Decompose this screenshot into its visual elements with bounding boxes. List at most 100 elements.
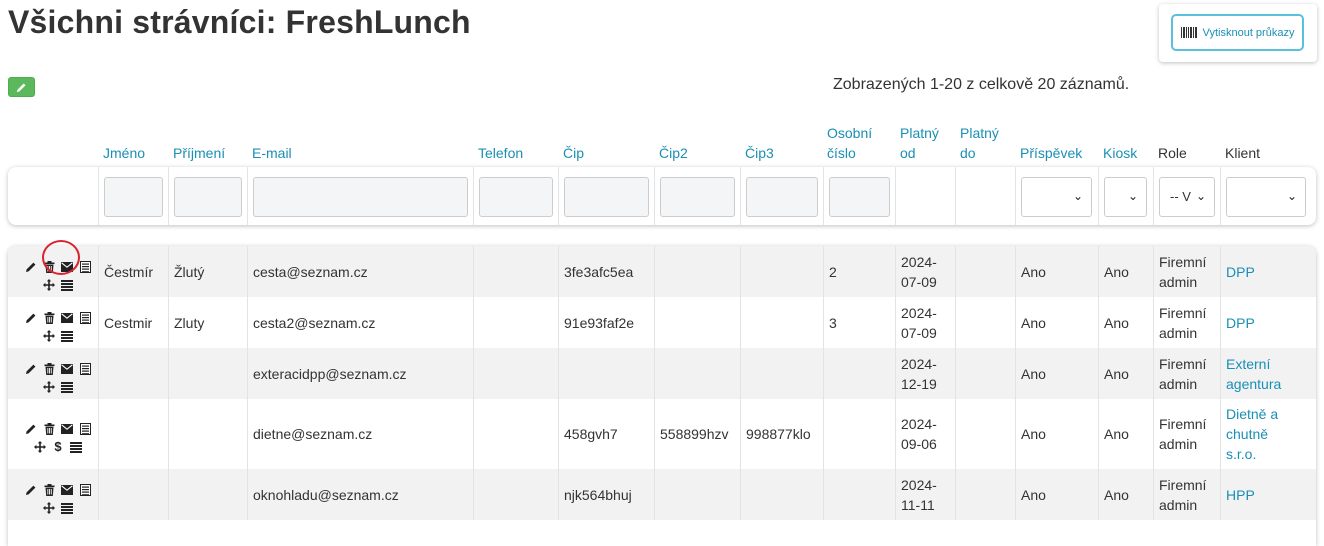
cell-klient-link[interactable]: Dietně a chutně s.r.o.	[1226, 404, 1278, 464]
filter-osobni-cislo-input[interactable]	[829, 177, 890, 217]
pencil-icon[interactable]	[24, 260, 38, 274]
trash-icon[interactable]	[42, 422, 56, 436]
filter-klient-select[interactable]: ⌄	[1226, 177, 1306, 217]
table-row: Čestmír Žlutý cesta@seznam.cz 3fe3afc5ea 2 An…	[8, 246, 1316, 297]
pencil-icon[interactable]	[24, 422, 38, 436]
menu-icon[interactable]	[60, 501, 74, 515]
header-platny-od[interactable]: Platný od	[900, 123, 939, 163]
cell-kiosk: Ano	[1104, 264, 1129, 280]
list-icon[interactable]	[78, 311, 92, 325]
cell-platny-od-line2: 12-19	[901, 376, 937, 392]
move-icon[interactable]	[42, 278, 56, 292]
table-row: oknohladu@seznam.cz njk564bhuj Ano Ano 2024-…	[8, 469, 1316, 520]
header-cip2[interactable]: Čip2	[659, 143, 688, 163]
cell-platny-od: 2024- 07-09	[901, 252, 937, 292]
cell-klient-line: DPP	[1226, 315, 1255, 331]
header-cip3[interactable]: Čip3	[745, 143, 774, 163]
cell-cip2: 558899hzv	[660, 426, 729, 442]
header-osobni-line2: číslo	[827, 145, 856, 161]
header-platny-od-line1: Platný	[900, 125, 939, 141]
filter-cip3-input[interactable]	[746, 177, 818, 217]
cell-klient-line: HPP	[1226, 487, 1255, 503]
move-icon[interactable]	[42, 329, 56, 343]
header-platny-do-line2: do	[960, 145, 976, 161]
envelope-icon[interactable]	[60, 422, 74, 436]
list-icon[interactable]	[78, 362, 92, 376]
envelope-icon[interactable]	[60, 483, 74, 497]
pencil-icon[interactable]	[24, 362, 38, 376]
menu-icon[interactable]	[69, 440, 83, 454]
trash-icon[interactable]	[42, 260, 56, 274]
pencil-icon[interactable]	[24, 311, 38, 325]
move-icon[interactable]	[42, 380, 56, 394]
envelope-icon[interactable]	[60, 260, 74, 274]
filter-kiosk-select[interactable]: ⌄	[1104, 177, 1147, 217]
header-cip[interactable]: Čip	[563, 143, 584, 163]
cell-cip: 3fe3afc5ea	[564, 264, 634, 280]
cell-cip: njk564bhuj	[564, 487, 632, 503]
chevron-down-icon: ⌄	[1286, 189, 1297, 203]
trash-icon[interactable]	[42, 483, 56, 497]
list-icon[interactable]	[78, 260, 92, 274]
header-klient: Klient	[1225, 145, 1261, 161]
move-icon[interactable]	[33, 440, 47, 454]
filter-prijmeni-input[interactable]	[174, 177, 242, 217]
cell-platny-od-line2: 09-06	[901, 436, 937, 452]
header-prijmeni[interactable]: Příjmení	[173, 143, 225, 163]
filter-telefon-input[interactable]	[479, 177, 553, 217]
pencil-icon[interactable]	[24, 483, 38, 497]
cell-role-line2: admin	[1159, 274, 1198, 290]
trash-icon[interactable]	[42, 311, 56, 325]
filter-role-select[interactable]: -- V ⌄	[1159, 177, 1215, 217]
cell-role-line1: Firemní	[1159, 254, 1207, 270]
cell-role-line2: admin	[1159, 436, 1198, 452]
dollar-icon[interactable]: $	[51, 440, 65, 454]
print-cards-button[interactable]: Vytisknout průkazy	[1171, 14, 1304, 51]
header-kiosk[interactable]: Kiosk	[1103, 143, 1137, 163]
cell-role: Firemní admin	[1159, 252, 1206, 292]
header-telefon[interactable]: Telefon	[478, 143, 523, 163]
cell-role-line2: admin	[1159, 376, 1198, 392]
cell-klient-link[interactable]: Externí agentura	[1226, 354, 1281, 394]
cell-platny-od-line1: 2024-	[901, 305, 937, 321]
cell-email: dietne@seznam.cz	[253, 426, 373, 442]
cell-klient-link[interactable]: DPP	[1226, 262, 1255, 282]
list-icon[interactable]	[78, 483, 92, 497]
header-prispevek[interactable]: Příspěvek	[1020, 143, 1082, 163]
pencil-icon	[16, 82, 26, 92]
cell-cip3: 998877klo	[746, 426, 811, 442]
list-icon[interactable]	[78, 422, 92, 436]
table-row: Cestmir Zluty cesta2@seznam.cz 91e93faf2e 3 A…	[8, 297, 1316, 348]
cell-role: Firemní admin	[1159, 414, 1206, 454]
envelope-icon[interactable]	[60, 362, 74, 376]
cell-klient-link[interactable]: DPP	[1226, 313, 1255, 333]
header-platny-od-line2: od	[900, 145, 916, 161]
cell-role: Firemní admin	[1159, 354, 1206, 394]
header-platny-do-line1: Platný	[960, 125, 999, 141]
menu-icon[interactable]	[60, 329, 74, 343]
cell-prispevek: Ano	[1021, 366, 1046, 382]
filter-jmeno-input[interactable]	[104, 177, 163, 217]
cell-jmeno: Cestmir	[104, 315, 153, 331]
menu-icon[interactable]	[60, 278, 74, 292]
chevron-down-icon: ⌄	[1127, 189, 1138, 203]
header-platny-do[interactable]: Platný do	[960, 123, 999, 163]
cell-role-line1: Firemní	[1159, 305, 1207, 321]
table-row: $ dietne@seznam.cz 458gvh7 558899hzv 998877k…	[8, 399, 1316, 469]
header-email[interactable]: E-mail	[252, 143, 292, 163]
envelope-icon[interactable]	[60, 311, 74, 325]
filter-email-input[interactable]	[253, 177, 468, 217]
cell-klient-link[interactable]: HPP	[1226, 485, 1255, 505]
header-jmeno[interactable]: Jméno	[103, 143, 145, 163]
move-icon[interactable]	[42, 501, 56, 515]
filter-cip-input[interactable]	[564, 177, 649, 217]
cell-osobni: 2	[829, 264, 837, 280]
table-row: exteracidpp@seznam.cz Ano Ano 2024- 12-19 Fir…	[8, 348, 1316, 399]
edit-button[interactable]	[8, 77, 35, 97]
filter-prispevek-select[interactable]: ⌄	[1021, 177, 1092, 217]
trash-icon[interactable]	[42, 362, 56, 376]
header-osobni-cislo[interactable]: Osobní číslo	[827, 123, 872, 163]
filter-cip2-input[interactable]	[660, 177, 735, 217]
menu-icon[interactable]	[60, 380, 74, 394]
cell-prijmeni: Zluty	[174, 315, 205, 331]
